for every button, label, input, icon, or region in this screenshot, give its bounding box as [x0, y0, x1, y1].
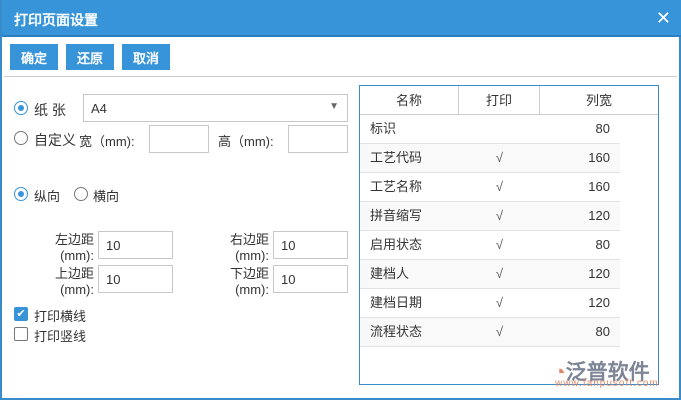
- divider: [4, 76, 677, 77]
- landscape-label: 横向: [93, 189, 120, 204]
- table-row[interactable]: 工艺名称 √ 160: [360, 173, 620, 202]
- bottom-margin-label: 下边距 (mm):: [229, 266, 269, 297]
- chevron-down-icon: ▼: [329, 101, 339, 112]
- table-row[interactable]: 建档日期 √ 120: [360, 289, 620, 318]
- top-margin-label: 上边距 (mm):: [54, 266, 94, 297]
- width-label: 宽（mm):: [79, 134, 135, 149]
- print-hlines-label: 打印横线: [34, 309, 87, 324]
- cell-name: 工艺名称: [370, 179, 423, 194]
- cell-width: 120: [588, 208, 610, 223]
- cell-width: 120: [588, 266, 610, 281]
- cell-width: 80: [595, 237, 610, 252]
- custom-label: 自定义: [34, 132, 76, 148]
- title-bar: 打印页面设置 ✕: [2, 0, 681, 37]
- table-row[interactable]: 启用状态 √ 80: [360, 231, 620, 260]
- landscape-radio[interactable]: [74, 187, 88, 201]
- close-icon[interactable]: ✕: [656, 8, 671, 29]
- print-setup-dialog: 打印页面设置 ✕ 确定 还原 取消 纸 张 A4 ▼ 自定义 宽（mm): 高（…: [0, 0, 681, 400]
- cell-width: 80: [595, 324, 610, 339]
- fanpu-logo: ◔泛普软件 www.fanpusoft.com: [553, 361, 659, 389]
- table-row[interactable]: 工艺代码 √ 160: [360, 144, 620, 173]
- cell-print: √: [495, 179, 504, 194]
- left-margin-input[interactable]: 10: [98, 231, 173, 259]
- portrait-label: 纵向: [34, 189, 61, 204]
- top-margin-input[interactable]: 10: [98, 265, 173, 293]
- cell-width: 160: [588, 150, 610, 165]
- right-margin-label: 右边距 (mm):: [229, 232, 269, 263]
- height-input[interactable]: [288, 125, 348, 153]
- cell-name: 拼音缩写: [370, 208, 423, 223]
- cell-width: 80: [595, 121, 610, 136]
- portrait-radio[interactable]: [14, 187, 28, 201]
- cell-width: 120: [588, 295, 610, 310]
- left-margin-label: 左边距 (mm):: [54, 232, 94, 263]
- paper-label: 纸 张: [34, 102, 66, 118]
- paper-value: A4: [91, 101, 107, 116]
- cell-print: √: [495, 266, 504, 281]
- cell-name: 工艺代码: [370, 150, 423, 165]
- print-vlines-checkbox[interactable]: [14, 327, 28, 341]
- ok-button[interactable]: 确定: [10, 44, 58, 70]
- paper-select[interactable]: A4 ▼: [83, 94, 348, 122]
- header-name[interactable]: 名称: [360, 86, 459, 115]
- paper-radio[interactable]: [14, 101, 28, 115]
- cancel-button[interactable]: 取消: [122, 44, 170, 70]
- custom-radio[interactable]: [14, 131, 28, 145]
- table-row[interactable]: 拼音缩写 √ 120: [360, 202, 620, 231]
- cell-name: 启用状态: [370, 237, 423, 252]
- bottom-margin-input[interactable]: 10: [273, 265, 348, 293]
- cell-name: 标识: [370, 121, 397, 136]
- width-input[interactable]: [149, 125, 209, 153]
- columns-table: 名称 打印 列宽 标识 80 工艺代码 √ 160 工艺名称 √ 160 拼音缩写 √ 120 启用状…: [359, 85, 659, 385]
- header-width[interactable]: 列宽: [540, 86, 658, 115]
- right-margin-input[interactable]: 10: [273, 231, 348, 259]
- height-label: 高（mm):: [218, 134, 274, 149]
- cell-print: √: [495, 295, 504, 310]
- cell-print: √: [495, 208, 504, 223]
- cell-name: 流程状态: [370, 324, 423, 339]
- header-print[interactable]: 打印: [459, 86, 540, 115]
- table-row[interactable]: 流程状态 √ 80: [360, 318, 620, 347]
- table-row[interactable]: 标识 80: [360, 115, 620, 144]
- table-row[interactable]: 建档人 √ 120: [360, 260, 620, 289]
- cell-print: √: [495, 324, 504, 339]
- cell-name: 建档人: [370, 266, 410, 281]
- print-hlines-checkbox[interactable]: ✔: [14, 307, 28, 321]
- cell-print: √: [495, 150, 504, 165]
- print-vlines-label: 打印竖线: [34, 329, 87, 344]
- cell-print: √: [495, 237, 504, 252]
- cell-width: 160: [588, 179, 610, 194]
- reset-button[interactable]: 还原: [66, 44, 114, 70]
- cell-name: 建档日期: [370, 295, 423, 310]
- dialog-title: 打印页面设置: [14, 12, 98, 28]
